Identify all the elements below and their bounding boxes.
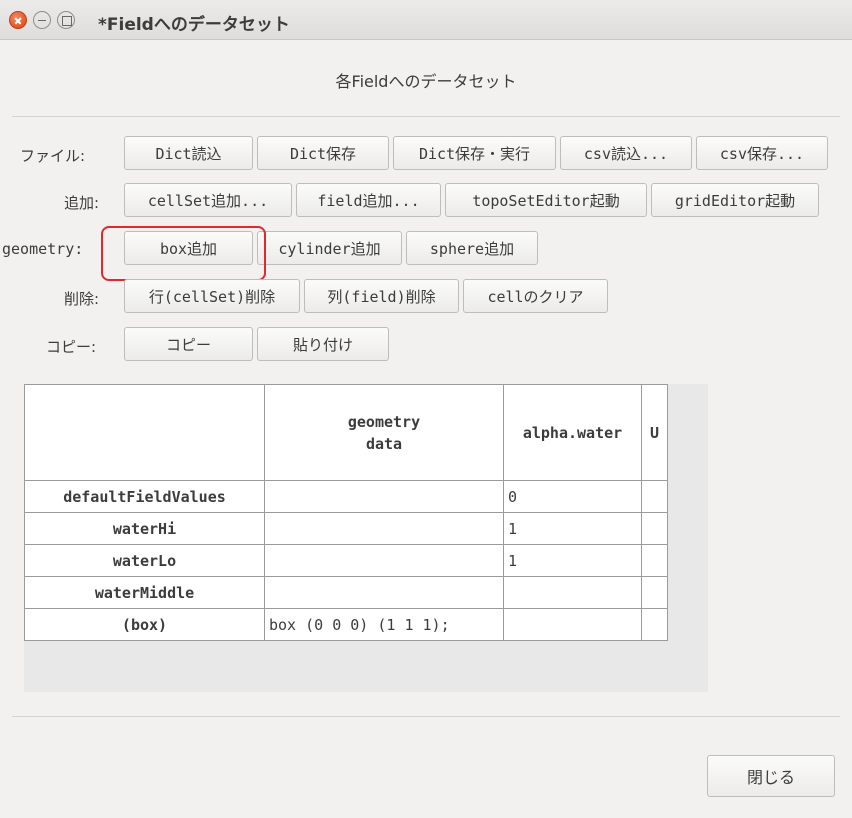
table-row: waterMiddle	[24, 576, 668, 609]
table-cell[interactable]	[641, 544, 668, 577]
row-header[interactable]: defaultFieldValues	[24, 480, 265, 513]
delete-label: 削除:	[64, 290, 100, 308]
table-header-cell	[24, 384, 265, 481]
table-row: defaultFieldValues 0	[24, 480, 668, 513]
dict-save-run-button[interactable]: Dict保存・実行	[393, 136, 556, 170]
row-header[interactable]: waterHi	[24, 512, 265, 545]
paste-button[interactable]: 貼り付け	[257, 327, 389, 361]
row-header[interactable]: (box)	[24, 608, 265, 641]
table-header-alpha-water[interactable]: alpha.water	[503, 384, 642, 481]
table-cell[interactable]	[264, 512, 504, 545]
copy-button[interactable]: コピー	[124, 327, 253, 361]
close-button[interactable]: 閉じる	[707, 755, 835, 797]
table-cell[interactable]	[641, 480, 668, 513]
grid-editor-button[interactable]: gridEditor起動	[651, 183, 819, 217]
csv-save-button[interactable]: csv保存...	[696, 136, 828, 170]
window-close-icon[interactable]	[9, 11, 27, 29]
table-row: (box) box (0 0 0) (1 1 1);	[24, 608, 668, 641]
table-header-row: geometry data alpha.water U	[24, 384, 668, 481]
add-label: 追加:	[64, 194, 100, 212]
toposet-editor-button[interactable]: topoSetEditor起動	[445, 183, 647, 217]
table-cell[interactable]	[641, 608, 668, 641]
window-title: *Fieldへのデータセット	[98, 15, 290, 35]
row-header[interactable]: waterLo	[24, 544, 265, 577]
table-header-geometry-data[interactable]: geometry data	[264, 384, 504, 481]
table-cell[interactable]: 1	[503, 512, 642, 545]
clear-cells-button[interactable]: cellのクリア	[463, 279, 608, 313]
table-cell[interactable]	[503, 608, 642, 641]
table-cell[interactable]	[264, 480, 504, 513]
geometry-label: geometry:	[2, 240, 84, 258]
table-cell[interactable]: 0	[503, 480, 642, 513]
table-header-cell: geometry data	[347, 412, 421, 453]
table-cell[interactable]: 1	[503, 544, 642, 577]
table-row: waterLo 1	[24, 544, 668, 577]
table-cell[interactable]	[264, 576, 504, 609]
table-cell[interactable]	[264, 544, 504, 577]
delete-column-button[interactable]: 列(field)削除	[304, 279, 459, 313]
delete-row-button[interactable]: 行(cellSet)削除	[124, 279, 300, 313]
table-row: waterHi 1	[24, 512, 668, 545]
add-field-button[interactable]: field追加...	[296, 183, 441, 217]
add-box-button[interactable]: box追加	[124, 231, 253, 265]
row-header[interactable]: waterMiddle	[24, 576, 265, 609]
file-label: ファイル:	[20, 147, 86, 165]
copy-label: コピー:	[46, 338, 97, 356]
table-header-u[interactable]: U	[641, 384, 668, 481]
window-maximize-icon[interactable]	[57, 11, 75, 29]
table-cell[interactable]	[641, 576, 668, 609]
data-table: geometry data alpha.water U defaultField…	[24, 384, 668, 641]
dict-save-button[interactable]: Dict保存	[257, 136, 389, 170]
dialog-title: 各Fieldへのデータセット	[335, 72, 517, 91]
table-cell[interactable]: box (0 0 0) (1 1 1);	[264, 608, 504, 641]
add-cylinder-button[interactable]: cylinder追加	[257, 231, 402, 265]
window-minimize-icon[interactable]	[33, 11, 51, 29]
add-sphere-button[interactable]: sphere追加	[406, 231, 538, 265]
dict-load-button[interactable]: Dict読込	[124, 136, 253, 170]
table-cell[interactable]	[503, 576, 642, 609]
title-bar: *Fieldへのデータセット	[0, 0, 852, 40]
separator	[12, 716, 840, 717]
add-cellset-button[interactable]: cellSet追加...	[124, 183, 292, 217]
table-cell[interactable]	[641, 512, 668, 545]
separator	[12, 116, 840, 117]
csv-load-button[interactable]: csv読込...	[560, 136, 692, 170]
